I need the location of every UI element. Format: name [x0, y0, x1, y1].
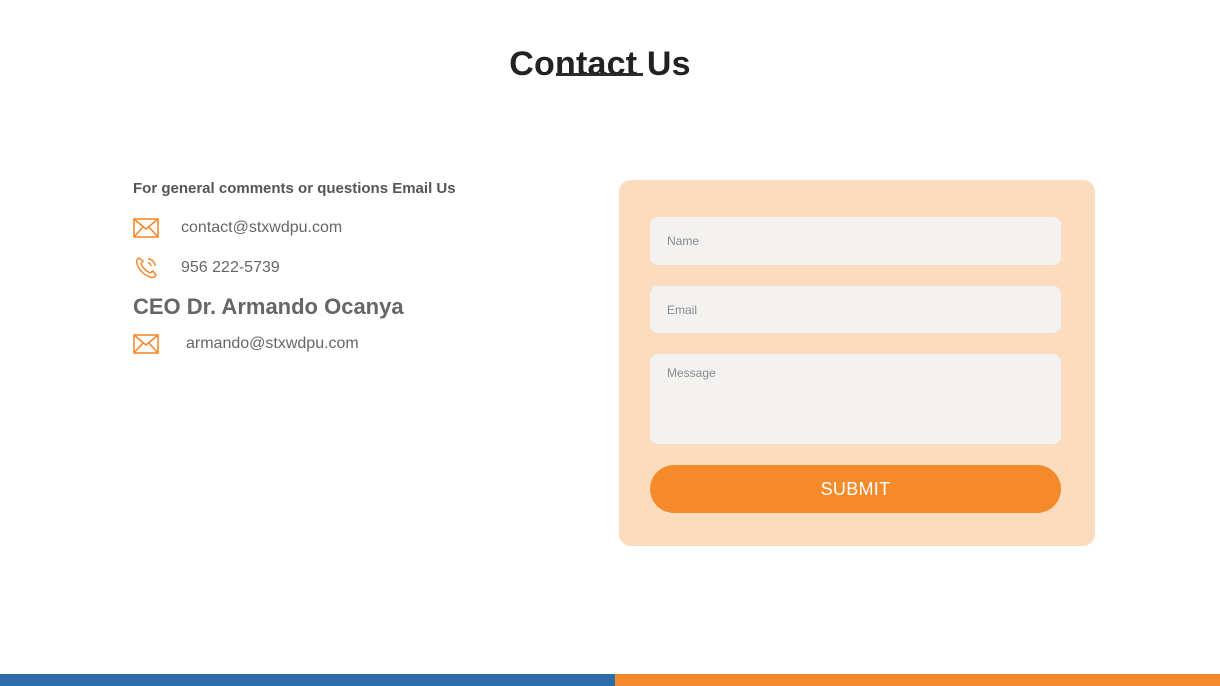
envelope-icon [133, 333, 159, 355]
message-textarea[interactable] [650, 354, 1061, 444]
contact-email-link[interactable]: contact@stxwdpu.com [181, 219, 342, 237]
ceo-name: CEO Dr. Armando Ocanya [133, 294, 404, 319]
envelope-icon [133, 217, 159, 239]
contact-email-line: contact@stxwdpu.com [133, 216, 573, 240]
ceo-email-link[interactable]: armando@stxwdpu.com [186, 335, 359, 353]
submit-button[interactable]: SUBMIT [650, 465, 1061, 513]
name-input[interactable] [650, 217, 1061, 265]
footer-bar-blue [0, 674, 615, 686]
contact-phone-line: 956 222-5739 [133, 256, 573, 280]
contact-form: SUBMIT [619, 180, 1095, 546]
phone-icon [133, 257, 159, 279]
title-underline [556, 73, 643, 76]
contact-phone-link[interactable]: 956 222-5739 [181, 259, 280, 277]
page-title: Contact Us [509, 44, 691, 83]
footer-bar-orange [615, 674, 1220, 686]
ceo-email-line: armando@stxwdpu.com [133, 332, 573, 356]
email-input[interactable] [650, 286, 1061, 333]
info-heading: For general comments or questions Email … [133, 180, 456, 197]
contact-info: For general comments or questions Email … [133, 180, 573, 372]
